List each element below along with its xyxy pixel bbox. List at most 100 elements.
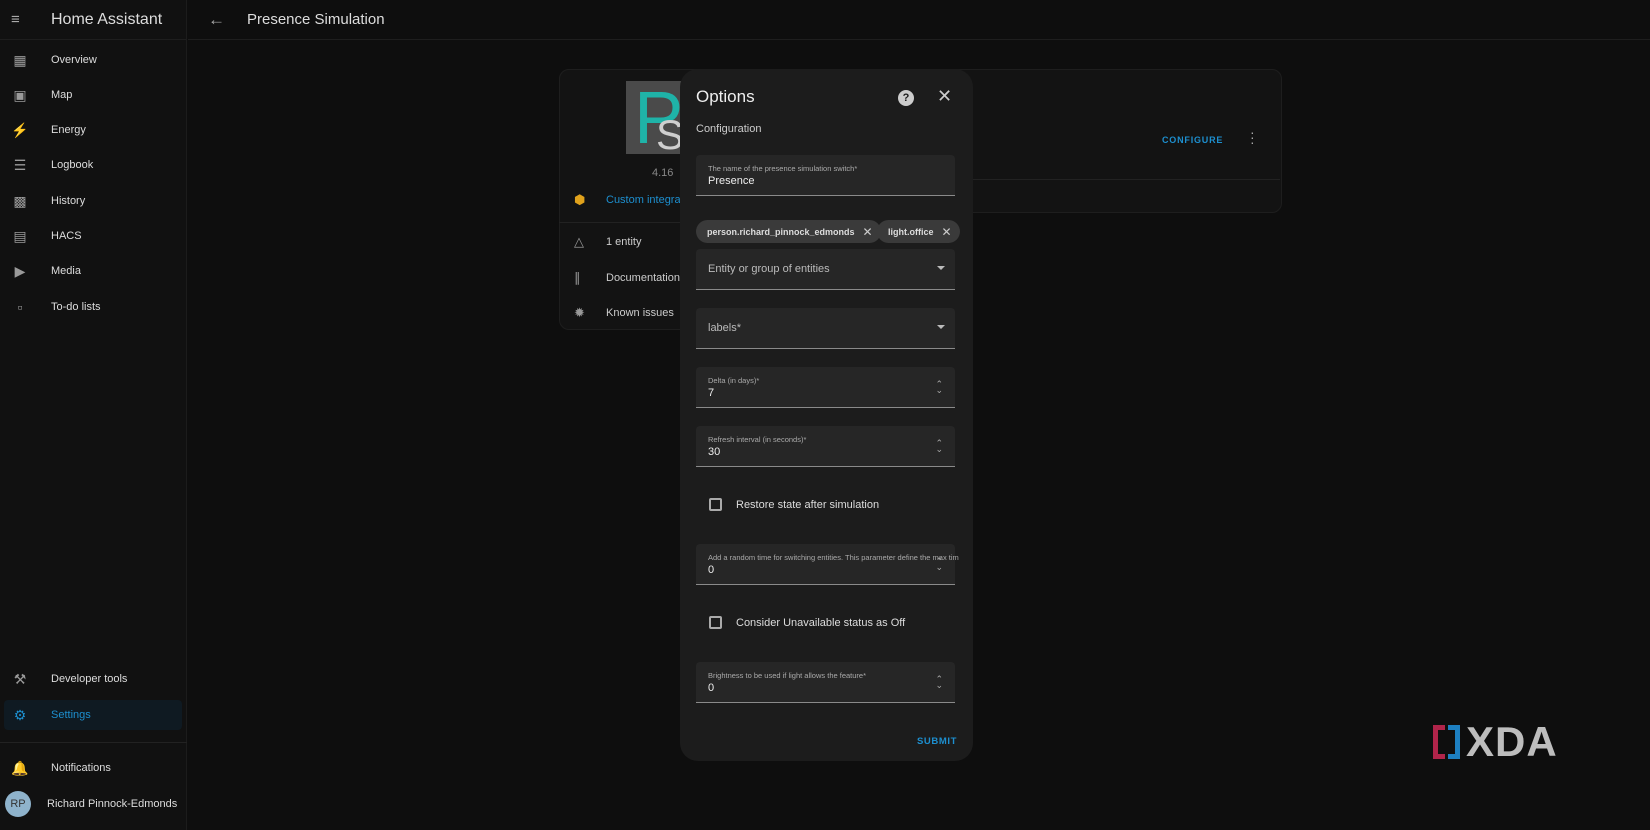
chip-label: light.office <box>888 226 934 237</box>
sidebar-item-profile[interactable]: RP Richard Pinnock-Edmonds <box>4 789 182 819</box>
logo-bracket-right <box>1448 725 1460 759</box>
dropdown-arrow-icon <box>937 266 945 270</box>
custom-integration-link[interactable]: ⬢ Custom integrat <box>574 192 684 208</box>
submit-button[interactable]: SUBMIT <box>917 736 957 747</box>
spinner-icon[interactable]: ⌃ ⌄ <box>935 675 943 690</box>
avatar: RP <box>5 791 31 817</box>
sidebar-item-notifications[interactable]: 🔔 Notifications <box>4 753 182 783</box>
chip-label: person.richard_pinnock_edmonds <box>707 226 855 237</box>
spinner-icon[interactable]: ⌃ ⌄ <box>935 380 943 395</box>
sidebar-item-label: Media <box>51 265 81 277</box>
checkbox-box[interactable] <box>709 498 722 511</box>
spinner-icon[interactable]: ⌃ ⌄ <box>935 557 943 572</box>
random-time-field[interactable]: Add a random time for switching entities… <box>696 544 959 585</box>
sidebar-item-media[interactable]: ▶ Media <box>4 256 182 286</box>
field-value: 0 <box>708 564 715 576</box>
sidebar-item-label: Overview <box>51 54 97 66</box>
known-issues-label: Known issues <box>606 307 674 319</box>
app-title: Home Assistant <box>51 10 163 28</box>
delta-field[interactable]: Delta (in days)* 7 ⌃ ⌄ <box>696 367 955 408</box>
entities-link[interactable]: △ 1 entity <box>574 234 641 250</box>
brightness-field[interactable]: Brightness to be used if light allows th… <box>696 662 955 703</box>
back-arrow-icon[interactable]: ← <box>208 10 225 30</box>
field-value: 7 <box>708 387 715 399</box>
user-name: Richard Pinnock-Edmonds <box>47 798 178 810</box>
sidebar-item-label: Notifications <box>51 762 111 774</box>
switch-name-field[interactable]: The name of the presence simulation swit… <box>696 155 955 196</box>
integration-logo: PS <box>626 81 684 154</box>
menu-icon[interactable]: ≡ <box>11 11 31 28</box>
sidebar-item-label: Developer tools <box>51 673 128 685</box>
sidebar-item-developer-tools[interactable]: ⚒ Developer tools <box>4 664 182 694</box>
sidebar-item-label: History <box>51 195 86 207</box>
page-title: Presence Simulation <box>247 11 385 28</box>
help-icon[interactable]: ? <box>898 90 914 106</box>
clipboard-icon: ▫ <box>17 299 23 315</box>
field-placeholder: labels* <box>708 322 742 334</box>
bell-icon: 🔔 <box>11 759 29 776</box>
dropdown-arrow-icon <box>937 325 945 329</box>
sidebar-item-label: Logbook <box>51 159 94 171</box>
entity-picker[interactable]: Entity or group of entities <box>696 249 955 290</box>
checkbox-label: Consider Unavailable status as Off <box>736 616 906 629</box>
field-value: 0 <box>708 682 715 694</box>
bug-icon: ✹ <box>574 305 585 320</box>
checkbox-label: Restore state after simulation <box>736 498 880 511</box>
sidebar-item-label: Map <box>51 89 73 101</box>
sidebar-item-overview[interactable]: ▦ Overview <box>4 45 182 75</box>
lightning-icon: ⚡ <box>11 121 29 138</box>
list-icon: ☰ <box>13 156 27 173</box>
remove-chip-icon[interactable]: ✕ <box>863 225 873 239</box>
dialog-title: Options <box>696 87 755 106</box>
documentation-link[interactable]: ∥ Documentation <box>574 270 680 286</box>
spinner-icon[interactable]: ⌃ ⌄ <box>935 439 943 454</box>
field-placeholder: Entity or group of entities <box>708 263 830 275</box>
dashboard-icon: ▦ <box>13 51 27 68</box>
refresh-interval-field[interactable]: Refresh interval (in seconds)* 30 ⌃ ⌄ <box>696 426 955 467</box>
checkbox-box[interactable] <box>709 616 722 629</box>
field-label: The name of the presence simulation swit… <box>708 164 858 173</box>
sidebar-item-label: Energy <box>51 124 86 136</box>
field-label: Brightness to be used if light allows th… <box>708 671 867 680</box>
entities-label: 1 entity <box>606 236 642 248</box>
sidebar-item-todo[interactable]: ▫ To-do lists <box>4 292 182 322</box>
field-label: Add a random time for switching entities… <box>708 553 959 562</box>
sidebar-item-energy[interactable]: ⚡ Energy <box>4 115 182 145</box>
field-value: 30 <box>708 446 721 458</box>
field-label: Refresh interval (in seconds)* <box>708 435 807 444</box>
sidebar-item-map[interactable]: ▣ Map <box>4 80 182 110</box>
top-bar: ← Presence Simulation <box>188 0 1650 40</box>
more-options-icon[interactable]: · · · <box>1250 125 1255 149</box>
sidebar: ≡ Home Assistant ▦ Overview ▣ Map ⚡ Energy … <box>0 0 187 830</box>
sidebar-item-label: Settings <box>51 709 91 721</box>
gear-icon: ⚙ <box>13 706 27 723</box>
entity-chip: person.richard_pinnock_edmonds ✕ <box>696 220 881 243</box>
package-icon: ⬢ <box>574 192 586 207</box>
library-icon: ∥ <box>574 270 581 285</box>
chart-icon: ▩ <box>13 192 27 209</box>
sidebar-item-history[interactable]: ▩ History <box>4 186 182 216</box>
restore-state-checkbox[interactable]: Restore state after simulation <box>709 498 879 511</box>
unavailable-off-checkbox[interactable]: Consider Unavailable status as Off <box>709 616 905 629</box>
map-icon: ▣ <box>13 86 27 103</box>
known-issues-link[interactable]: ✹ Known issues <box>574 305 674 321</box>
hacs-icon: ▤ <box>13 227 27 244</box>
logo-bracket-left <box>1433 725 1445 759</box>
sidebar-item-logbook[interactable]: ☰ Logbook <box>4 150 182 180</box>
close-icon[interactable]: ✕ <box>937 86 952 107</box>
entity-chip: light.office ✕ <box>877 220 960 243</box>
sidebar-item-hacs[interactable]: ▤ HACS <box>4 221 182 251</box>
field-value: Presence <box>708 175 755 187</box>
configure-button[interactable]: CONFIGURE <box>1162 135 1223 145</box>
labels-picker[interactable]: labels* <box>696 308 955 349</box>
documentation-label: Documentation <box>606 272 680 284</box>
custom-integration-label: Custom integrat <box>606 194 684 206</box>
watermark-text: XDA <box>1466 718 1558 765</box>
hammer-icon: ⚒ <box>13 670 27 687</box>
sidebar-item-label: To-do lists <box>51 301 101 313</box>
dialog-subtitle: Configuration <box>696 123 762 135</box>
media-icon: ▶ <box>14 262 26 279</box>
remove-chip-icon[interactable]: ✕ <box>942 225 952 239</box>
sidebar-item-settings[interactable]: ⚙ Settings <box>4 700 182 730</box>
version-label: 4.16 <box>652 167 674 179</box>
